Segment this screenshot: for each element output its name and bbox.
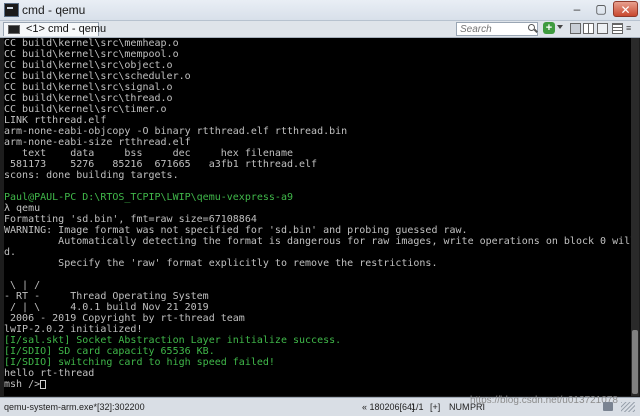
console-line: hello rt-thread [4, 368, 95, 379]
console-line: CC build\kernel\src\mempool.o [4, 49, 179, 60]
search-input[interactable] [456, 22, 538, 36]
resize-grip-icon[interactable] [621, 402, 635, 412]
console-line: text data bss dec hex filename [4, 148, 293, 159]
settings-menu-icon[interactable]: ≡ [626, 24, 636, 33]
console-line: 581173 5276 85216 671665 a3fb1 rtthread.… [4, 159, 318, 170]
console-line: / | \ 4.0.1 build Nov 21 2019 [4, 302, 209, 313]
status-position: « 180206[64] [362, 402, 415, 412]
lock-icon[interactable] [603, 402, 613, 411]
console-line: d. [4, 247, 17, 258]
console-line: LINK rtthread.elf [4, 115, 107, 126]
console-line: 2006 - 2019 Copyright by rt-thread team [4, 313, 245, 324]
console-line: arm-none-eabi-objcopy -O binary rtthread… [4, 126, 348, 137]
tab-cmd-qemu[interactable]: <1> cmd - qemu [3, 22, 106, 36]
new-console-button[interactable]: + [543, 22, 555, 34]
close-button[interactable]: ✕ [613, 1, 638, 17]
lock-icon[interactable] [570, 23, 581, 34]
console-line: msh /> [4, 379, 41, 390]
window-title: cmd - qemu [22, 3, 86, 17]
console-line: arm-none-eabi-size rtthread.elf [4, 137, 191, 148]
console-line: Paul@PAUL-PC D:\RTOS_TCPIP\LWIP\qemu-vex… [4, 192, 293, 203]
console-line: WARNING: Image format was not specified … [4, 225, 468, 236]
tab-bar: <1> cmd - qemu + ≡ [0, 21, 640, 38]
maximize-button[interactable]: ▢ [590, 1, 612, 17]
console-line: λ qemu [4, 203, 41, 214]
status-process[interactable]: qemu-system-arm.exe*[32]:302200 [4, 402, 145, 412]
console-line: [I/SDIO] SD card capacity 65536 KB. [4, 346, 215, 357]
console-line: Formatting 'sd.bin', fmt=raw size=671088… [4, 214, 257, 225]
minimize-button[interactable]: – [566, 1, 588, 17]
console-line: Specify the 'raw' format explicitly to r… [4, 258, 438, 269]
scrollbar-thumb[interactable] [632, 330, 638, 394]
list-menu-icon[interactable] [612, 23, 623, 34]
console-line: CC build\kernel\src\object.o [4, 60, 173, 71]
console-tab-icon [8, 25, 20, 34]
console-line: lwIP-2.0.2 initialized! [4, 324, 143, 335]
console-line: CC build\kernel\src\thread.o [4, 93, 173, 104]
console-output[interactable]: CC build\kernel\src\memheap.o CC build\ke… [4, 38, 636, 396]
text-cursor [40, 380, 47, 389]
window-view-icon[interactable] [597, 23, 608, 34]
console-line: CC build\kernel\src\timer.o [4, 104, 167, 115]
console-line: scons: done building targets. [4, 170, 179, 181]
console-line: CC build\kernel\src\signal.o [4, 82, 173, 93]
status-mode: [+] [430, 402, 441, 412]
console-line: CC build\kernel\src\scheduler.o [4, 71, 191, 82]
status-num: NUM [449, 402, 470, 412]
status-selection: 1/1 [411, 402, 424, 412]
console-line: - RT - Thread Operating System [4, 291, 209, 302]
title-bar[interactable]: cmd - qemu – ▢ ✕ [0, 0, 640, 21]
console-line: \ | / [4, 280, 41, 291]
console-line: CC build\kernel\src\memheap.o [4, 38, 179, 49]
console-line: [I/sal.skt] Socket Abstraction Layer ini… [4, 335, 342, 346]
terminal-window: cmd - qemu – ▢ ✕ <1> cmd - qemu + ≡ CC b… [0, 0, 640, 416]
tab-label: <1> cmd - qemu [26, 23, 107, 35]
chevron-down-icon[interactable] [557, 25, 563, 29]
console-line: Automatically detecting the format is da… [58, 236, 636, 247]
watermark-text: https://blog.csdn.net/u013721078 [470, 395, 618, 406]
search-icon[interactable] [528, 24, 535, 31]
console-app-icon [4, 3, 19, 17]
split-view-icon[interactable] [583, 23, 594, 34]
console-line: [I/SDIO] switching card to high speed fa… [4, 357, 275, 368]
